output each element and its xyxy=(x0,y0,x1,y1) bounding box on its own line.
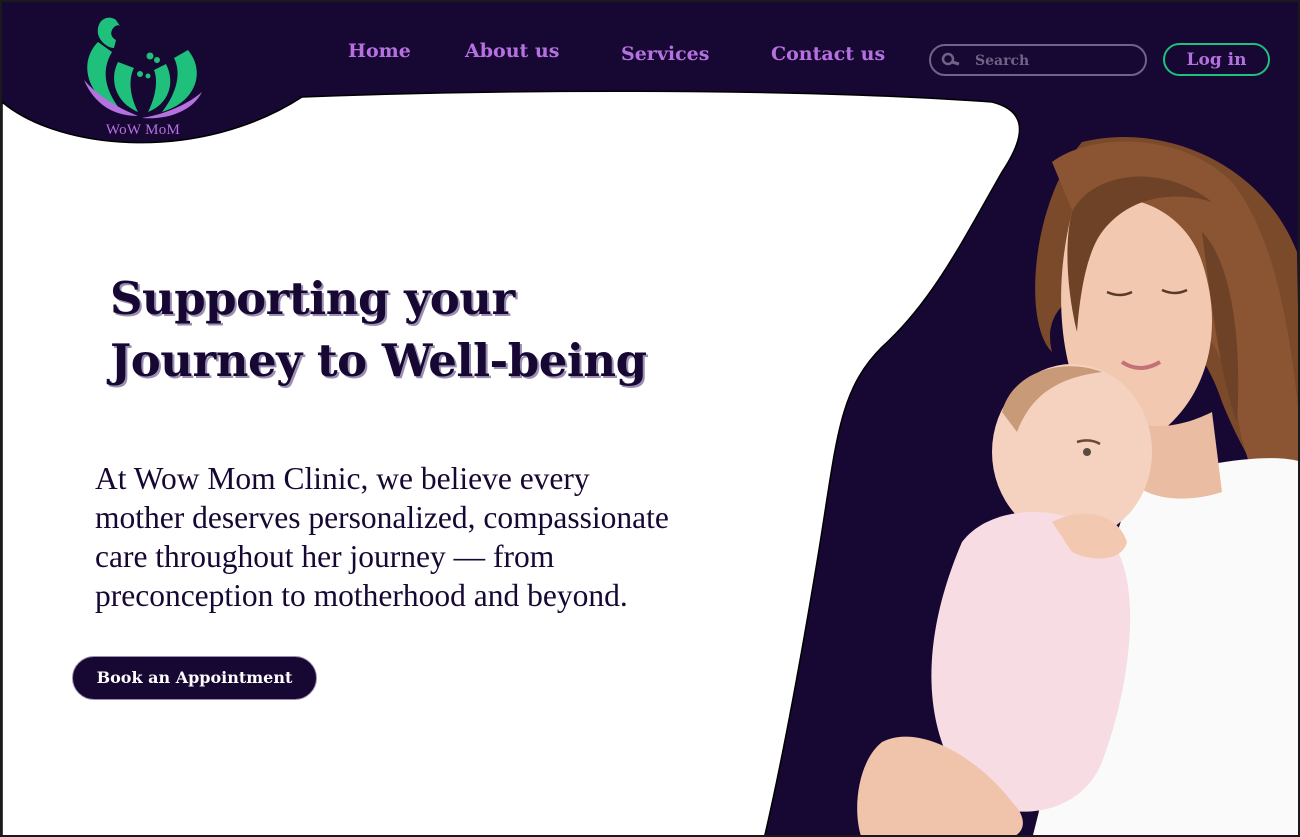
brand-logo[interactable]: WoW MoM xyxy=(78,12,208,144)
hero-body-line-2: mother deserves personalized, compassion… xyxy=(95,500,669,535)
hero-body-line-3: care throughout her journey — from xyxy=(95,539,555,574)
search-box[interactable] xyxy=(929,44,1147,76)
book-appointment-button[interactable]: Book an Appointment xyxy=(72,656,317,700)
nav-about-us[interactable]: About us xyxy=(465,40,559,62)
hero-description: At Wow Mom Clinic, we believe every moth… xyxy=(95,459,815,615)
logo-leaves-icon xyxy=(84,17,202,119)
hero-title-line-1: Supporting your xyxy=(110,272,515,325)
nav-contact-us[interactable]: Contact us xyxy=(771,43,885,65)
hero-title: Supporting your Journey to Well-being xyxy=(110,268,647,392)
mother-baby-photo xyxy=(857,136,1298,835)
page-frame: WoW MoM Home About us Services Contact u… xyxy=(0,0,1300,837)
login-button[interactable]: Log in xyxy=(1163,43,1270,76)
hero-body-line-4: preconception to motherhood and beyond. xyxy=(95,578,628,613)
hero-body-line-1: At Wow Mom Clinic, we believe every xyxy=(95,461,590,496)
logo-wordmark: WoW MoM xyxy=(105,122,181,138)
nav-home[interactable]: Home xyxy=(348,40,411,62)
nav-services[interactable]: Services xyxy=(621,43,709,65)
hero-title-line-2: Journey to Well-being xyxy=(110,334,647,387)
search-input[interactable] xyxy=(975,50,1135,72)
search-icon xyxy=(941,52,960,66)
